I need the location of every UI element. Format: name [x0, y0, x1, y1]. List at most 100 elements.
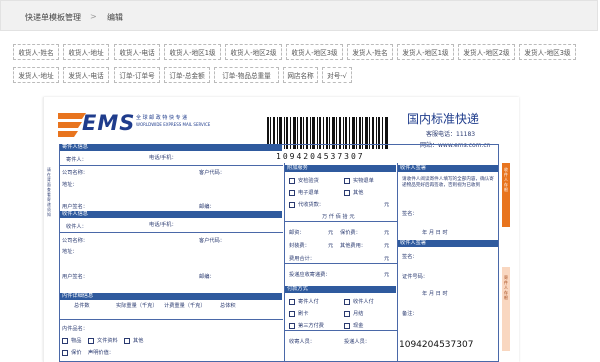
sender-user-code-label: 用户签名： [62, 204, 88, 210]
receiver-section-2: 收件人签署 [398, 240, 498, 247]
divider [397, 163, 398, 362]
service-title: 国内标准快递 [407, 112, 480, 126]
sender-section: 寄件人信息 [60, 144, 282, 151]
field-tag[interactable]: 发货人-姓名 [347, 44, 393, 60]
recipient-name-label: 收件人： [66, 224, 87, 230]
yuan-label: 元 [384, 256, 390, 262]
sign-label: 签名： [402, 254, 418, 260]
remarks-label: 备注： [402, 311, 418, 317]
fee-total-label: 费用合计： [289, 256, 315, 262]
amount-label: 万 仟 佰 拾 元 [322, 214, 355, 220]
payment-third-party: 第三方付费 [298, 323, 324, 329]
breadcrumb-separator: > [90, 12, 97, 21]
date-label: 年 月 日 时 [422, 291, 448, 297]
yuan-label: 元 [328, 230, 334, 236]
service-security-check: 安检验货 [298, 178, 319, 184]
recipient-postcode-label: 邮编： [199, 274, 215, 280]
receiver-section: 收件人签署 [398, 165, 498, 172]
deliverer-label: 投递人员： [344, 339, 370, 345]
breadcrumb-current: 编辑 [107, 13, 123, 22]
fee-insurance-label: 保价费： [340, 230, 361, 236]
ems-waybill-image: EMS 全 球 邮 政 特 快 专 递 WORLDWIDE EXPRESS MA… [43, 97, 519, 362]
left-warning: 请在背面查看寄递须知 [47, 167, 51, 217]
fee-postage-label: 邮资： [289, 230, 305, 236]
yuan-label: 元 [384, 243, 390, 249]
field-tag[interactable]: 订单-物品总重量 [214, 67, 279, 83]
breadcrumb-root[interactable]: 快递单模板管理 [25, 12, 81, 23]
item-type-docs: 文件资料 [97, 338, 118, 344]
rule [60, 232, 283, 233]
field-tag[interactable]: 订单-订单号 [114, 67, 160, 83]
field-tag[interactable]: 收货人-地址 [63, 44, 109, 60]
sender-name-label: 寄件人： [66, 157, 87, 163]
actual-weight-label: 实际重量（千克） [116, 303, 158, 309]
yuan-label: 元 [384, 272, 390, 278]
sign-label: 签名： [402, 211, 418, 217]
service-cod: 代收货款： [298, 202, 324, 208]
service-other: 其他 [353, 190, 364, 196]
yuan-label: 元 [384, 230, 390, 236]
sender-postcode-label: 邮编： [199, 204, 215, 210]
recipient-phone-label: 电话/手机： [149, 222, 177, 228]
item-type-goods: 物品 [71, 338, 82, 344]
field-tag[interactable]: 收货人-地区2级 [225, 44, 282, 60]
charge-weight-label: 计费重量（千克） [164, 303, 206, 309]
service-section: 附加服务 [285, 165, 396, 172]
ems-logo-text: EMS [82, 111, 136, 135]
logo-en: WORLDWIDE EXPRESS MAIL SERVICE [136, 122, 211, 127]
payment-card: 刷卡 [298, 311, 309, 317]
field-tag[interactable]: 订单-总金额 [164, 67, 210, 83]
recipient-section: 收件人信息 [60, 211, 282, 218]
fee-delivery-label: 投递应收寄递费： [289, 272, 331, 278]
field-tag[interactable]: 发货人-地区2级 [458, 44, 515, 60]
dispatcher-label: 收寄人员： [289, 339, 315, 345]
field-tag[interactable]: 收货人-地区3级 [286, 44, 343, 60]
field-tag[interactable]: 发货人-地区1级 [397, 44, 454, 60]
recipient-user-code-label: 用户签名： [62, 274, 88, 280]
payment-monthly: 月结 [353, 311, 364, 317]
field-tag[interactable]: 发货人-地址 [13, 67, 59, 83]
rule [60, 319, 283, 320]
field-tag[interactable]: 网店名称 [283, 67, 318, 83]
payment-recipient: 收件人付 [353, 299, 374, 305]
payment-sender: 寄件人付 [298, 299, 319, 305]
item-type-other: 其他 [133, 338, 144, 344]
declared-value-label: 声明价值： [88, 350, 114, 356]
field-tag[interactable]: 收货人-电话 [114, 44, 160, 60]
sender-customer-code-label: 客户代码： [199, 170, 225, 176]
cargo-section: 内件详细信息 [60, 293, 282, 300]
side-tab-recipient: 收件人存根 [504, 167, 508, 192]
sender-address-label: 地址： [62, 182, 78, 188]
bottom-number: 1094204537307 [399, 340, 474, 350]
rule [60, 165, 283, 166]
fee-packaging-label: 封装费： [289, 243, 310, 249]
volume-label: 总体积 [220, 303, 236, 309]
field-tag[interactable]: 收货人-姓名 [13, 44, 59, 60]
item-name-label: 内件品名： [62, 326, 88, 332]
rule [285, 330, 397, 331]
rule [285, 221, 397, 222]
service-return-receipt: 实物退单 [353, 178, 374, 184]
insured-label: 保价 [71, 350, 82, 356]
rule [285, 263, 397, 264]
sender-phone-label: 电话/手机： [149, 155, 177, 161]
field-tag[interactable]: 对号-√ [322, 67, 352, 83]
service-e-receipt: 电子退单 [298, 190, 319, 196]
payment-section: 付款方式 [285, 286, 396, 293]
yuan-label: 元 [384, 202, 390, 208]
payment-cash: 现金 [353, 323, 364, 329]
pieces-label: 总件数 [74, 303, 90, 309]
breadcrumb: 快递单模板管理 > 编辑 [0, 0, 598, 31]
recipient-address-label: 地址： [62, 249, 78, 255]
yuan-label: 元 [328, 243, 334, 249]
side-tab-sender: 寄件人存根 [504, 275, 508, 300]
id-label: 证件号码： [402, 274, 428, 280]
sender-company-label: 公司名称： [62, 170, 88, 176]
logo-cn: 全 球 邮 政 特 快 专 递 [136, 115, 188, 121]
date-label: 年 月 日 时 [422, 230, 448, 236]
receiver-note: 请收件人阅读寄件人填写的全部内容，确认寄递物品完好后再签收，否则视为已收到 [402, 177, 494, 188]
field-tag[interactable]: 发货人-电话 [63, 67, 109, 83]
field-tag[interactable]: 发货人-地区3级 [519, 44, 576, 60]
recipient-customer-code-label: 客户代码： [199, 238, 225, 244]
field-tag[interactable]: 收货人-地区1级 [164, 44, 221, 60]
